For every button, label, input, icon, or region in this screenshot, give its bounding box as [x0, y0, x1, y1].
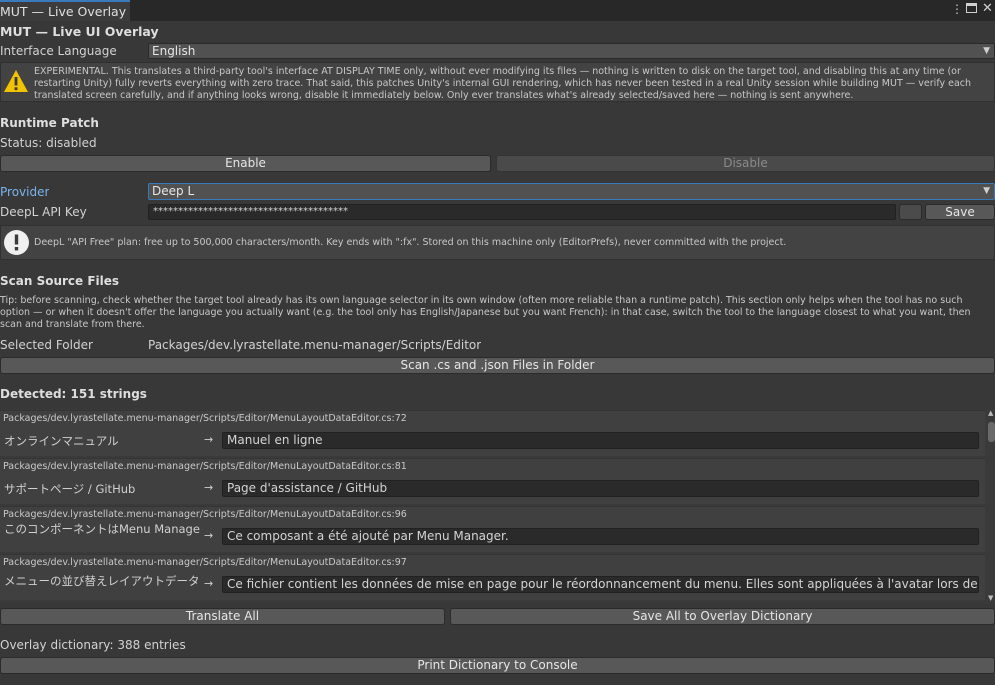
warning-text: EXPERIMENTAL. This translates a third-pa… — [34, 66, 972, 102]
entry-source: このコンポーネントはMenu Manage — [4, 522, 200, 536]
arrow-right-icon: → — [204, 577, 214, 590]
scrollbar-thumb[interactable] — [988, 422, 995, 442]
save-all-button[interactable]: Save All to Overlay Dictionary — [450, 608, 995, 625]
scan-tip: Tip: before scanning, check whether the … — [0, 295, 971, 331]
arrow-right-icon: → — [204, 433, 214, 446]
scroll-down-icon[interactable]: ▼ — [988, 594, 993, 602]
warning-helpbox: EXPERIMENTAL. This translates a third-pa… — [0, 62, 995, 102]
provider-label: Provider — [0, 185, 50, 199]
close-icon[interactable]: ✕ — [982, 1, 993, 16]
scan-files-button[interactable]: Scan .cs and .json Files in Folder — [0, 357, 995, 374]
maximize-icon[interactable] — [966, 3, 977, 13]
runtime-patch-title: Runtime Patch — [0, 116, 99, 130]
entry-translation-field[interactable]: Ce fichier contient les données de mise … — [222, 576, 979, 593]
api-key-reveal-toggle[interactable] — [899, 204, 922, 220]
list-item: Packages/dev.lyrastellate.menu-manager/S… — [0, 410, 985, 456]
print-dictionary-button[interactable]: Print Dictionary to Console — [0, 657, 995, 674]
entry-translation-field[interactable]: Page d'assistance / GitHub — [222, 480, 979, 497]
list-item: Packages/dev.lyrastellate.menu-manager/S… — [0, 554, 985, 600]
info-icon — [4, 230, 29, 255]
tab-live-overlay[interactable]: MUT — Live Overlay — [0, 0, 130, 21]
arrow-right-icon: → — [204, 529, 214, 542]
entry-path: Packages/dev.lyrastellate.menu-manager/S… — [3, 461, 407, 472]
api-key-field[interactable]: *************************************** — [148, 204, 896, 220]
entry-source: オンラインマニュアル — [4, 434, 119, 448]
entry-path: Packages/dev.lyrastellate.menu-manager/S… — [3, 557, 407, 568]
translate-all-button[interactable]: Translate All — [0, 608, 445, 625]
chevron-down-icon: ▼ — [983, 186, 990, 196]
provider-value: Deep L — [152, 184, 195, 198]
selected-folder-value: Packages/dev.lyrastellate.menu-manager/S… — [148, 338, 482, 352]
chevron-down-icon: ▼ — [983, 46, 990, 56]
info-text: DeepL "API Free" plan: free up to 500,00… — [34, 237, 787, 248]
runtime-patch-status: Status: disabled — [0, 136, 97, 150]
scan-title: Scan Source Files — [0, 274, 120, 288]
entry-source: メニューの並び替えレイアウトデータ — [4, 574, 200, 588]
scroll-up-icon[interactable]: ▲ — [988, 409, 993, 417]
entry-translation-field[interactable]: Ce composant a été ajouté par Menu Manag… — [222, 528, 979, 545]
tab-title: MUT — Live Overlay — [0, 4, 127, 19]
provider-dropdown[interactable]: Deep L ▼ — [148, 183, 995, 200]
dictionary-status: Overlay dictionary: 388 entries — [0, 638, 186, 652]
arrow-right-icon: → — [204, 481, 214, 494]
disable-button[interactable]: Disable — [496, 155, 995, 172]
interface-language-dropdown[interactable]: English ▼ — [148, 43, 995, 59]
list-item: Packages/dev.lyrastellate.menu-manager/S… — [0, 458, 985, 504]
interface-language-value: English — [152, 44, 196, 58]
warning-icon — [4, 70, 28, 92]
detected-list[interactable]: Packages/dev.lyrastellate.menu-manager/S… — [0, 409, 995, 603]
entry-path: Packages/dev.lyrastellate.menu-manager/S… — [3, 509, 407, 520]
interface-language-label: Interface Language — [0, 44, 117, 58]
page-title: MUT — Live UI Overlay — [0, 24, 159, 39]
list-item: Packages/dev.lyrastellate.menu-manager/S… — [0, 506, 985, 552]
detected-title: Detected: 151 strings — [0, 387, 147, 401]
entry-source: サポートページ / GitHub — [4, 482, 136, 496]
info-helpbox: DeepL "API Free" plan: free up to 500,00… — [0, 225, 995, 260]
entry-translation-field[interactable]: Manuel en ligne — [222, 432, 979, 449]
entry-path: Packages/dev.lyrastellate.menu-manager/S… — [3, 413, 407, 424]
enable-button[interactable]: Enable — [0, 155, 491, 172]
tab-bar: MUT — Live Overlay ⋮ ✕ — [0, 0, 995, 21]
selected-folder-label: Selected Folder — [0, 338, 93, 352]
api-key-label: DeepL API Key — [0, 205, 87, 219]
save-api-key-button[interactable]: Save — [925, 204, 995, 220]
kebab-icon[interactable]: ⋮ — [951, 2, 963, 16]
